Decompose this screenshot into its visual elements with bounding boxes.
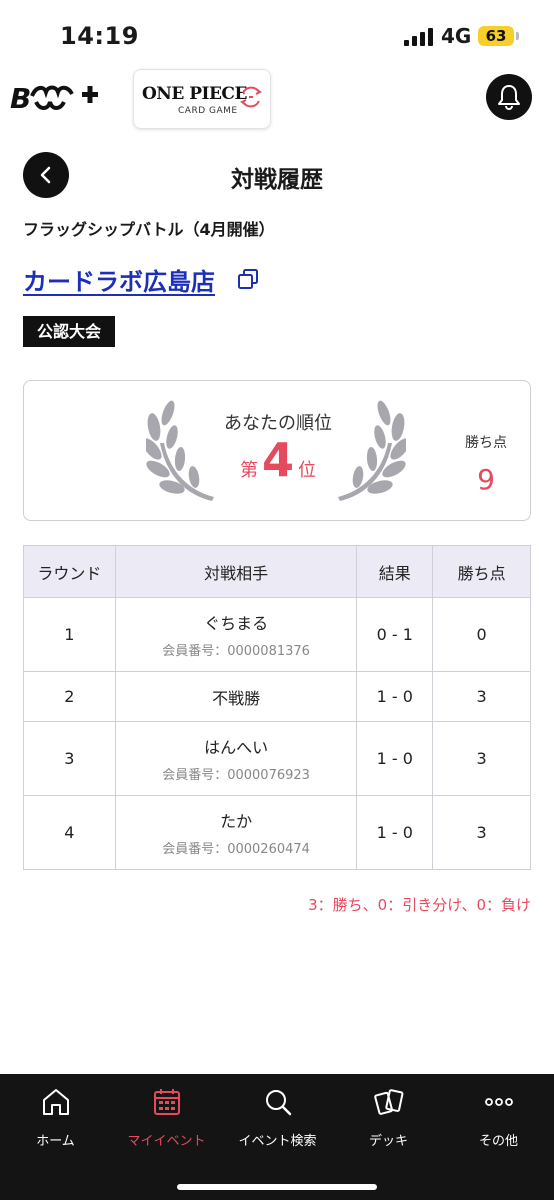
result-cell: 1 - 0 <box>356 795 434 870</box>
tab-home-label: ホーム <box>36 1134 75 1149</box>
table-row: 2 不戦勝 1 - 0 3 <box>23 671 531 722</box>
tab-more[interactable]: その他 <box>443 1086 554 1166</box>
points-legend: 3：勝ち、0：引き分け、0：負け <box>308 896 531 914</box>
battery-tip <box>516 32 519 40</box>
opponent-cell: はんへい 会員番号：0000076923 <box>114 721 358 796</box>
points-cell: 3 <box>432 795 531 870</box>
opponent-name: たか <box>220 812 253 831</box>
brand-logo[interactable]: B <box>10 82 110 115</box>
member-number: 会員番号：0000076923 <box>162 768 310 783</box>
tab-deck-label: デッキ <box>368 1134 408 1149</box>
member-number: 会員番号：0000081376 <box>162 644 310 659</box>
game-logo[interactable]: ONE PIECE CARD GAME <box>133 69 271 129</box>
tab-deck[interactable]: デッキ <box>333 1086 444 1166</box>
header-round: ラウンド <box>23 545 116 598</box>
points-cell: 0 <box>432 597 531 672</box>
tab-more-label: その他 <box>478 1134 518 1149</box>
table-row: 4 たか 会員番号：0000260474 1 - 0 3 <box>23 795 531 870</box>
header-points: 勝ち点 <box>432 545 531 598</box>
round-cell: 4 <box>23 795 116 870</box>
result-cell: 0 - 1 <box>356 597 434 672</box>
svg-text:B: B <box>10 82 30 114</box>
external-link-icon[interactable] <box>237 268 259 290</box>
header-result: 結果 <box>356 545 434 598</box>
home-indicator <box>177 1184 377 1190</box>
total-points-label: 勝ち点 <box>465 435 507 451</box>
cards-icon <box>373 1089 403 1115</box>
status-time: 14:19 <box>60 22 139 50</box>
points-cell: 3 <box>432 721 531 796</box>
switch-game-icon <box>240 86 262 108</box>
table-header-row: ラウンド 対戦相手 結果 勝ち点 <box>23 545 531 598</box>
opponent-name: はんへい <box>204 738 269 757</box>
round-cell: 1 <box>23 597 116 672</box>
opponent-name: 不戦勝 <box>212 688 261 708</box>
table-row: 1 ぐちまる 会員番号：0000081376 0 - 1 0 <box>23 597 531 672</box>
round-cell: 2 <box>23 671 116 722</box>
opponent-cell: ぐちまる 会員番号：0000081376 <box>114 597 358 672</box>
game-logo-title: ONE PIECE <box>142 84 247 104</box>
battery-icon: 63 <box>478 26 514 46</box>
table-row: 3 はんへい 会員番号：0000076923 1 - 0 3 <box>23 721 531 796</box>
results-table: ラウンド 対戦相手 結果 勝ち点 1 ぐちまる 会員番号：0000081376 … <box>23 545 531 870</box>
bottom-tab-bar: ホーム マイイベント イベント検索 デッキ その他 <box>0 1074 554 1200</box>
event-name: フラッグシップバトル（4月開催） <box>23 220 275 239</box>
more-icon <box>484 1098 513 1106</box>
opponent-name: ぐちまる <box>204 614 269 633</box>
store-link[interactable]: カードラボ広島店 <box>23 262 215 297</box>
total-points-value: 9 <box>477 463 495 496</box>
points-cell: 3 <box>432 671 531 722</box>
rank-value: 第4 位 <box>190 433 366 487</box>
rank-number: 4 <box>261 433 294 487</box>
calendar-icon <box>153 1089 180 1115</box>
app-header: B ONE PIECE CARD GAME <box>0 62 554 137</box>
header-opponent: 対戦相手 <box>114 545 358 598</box>
rank-suffix: 位 <box>298 460 316 481</box>
opponent-cell: たか 会員番号：0000260474 <box>114 795 358 870</box>
round-cell: 3 <box>23 721 116 796</box>
page-title: 対戦履歴 <box>231 167 323 193</box>
tab-my-events-label: マイイベント <box>127 1134 206 1149</box>
network-type: 4G <box>441 24 472 48</box>
rank-label: あなたの順位 <box>224 413 332 434</box>
tab-event-search-label: イベント検索 <box>238 1134 317 1149</box>
opponent-cell: 不戦勝 <box>114 671 358 722</box>
notification-button[interactable] <box>486 74 532 120</box>
tab-my-events[interactable]: マイイベント <box>111 1086 222 1166</box>
bell-icon <box>498 85 520 110</box>
signal-icon <box>404 28 434 46</box>
status-bar: 14:19 4G 63 <box>0 0 554 62</box>
game-logo-subtitle: CARD GAME <box>178 106 238 116</box>
result-cell: 1 - 0 <box>356 671 434 722</box>
tab-home[interactable]: ホーム <box>0 1086 111 1166</box>
result-cell: 1 - 0 <box>356 721 434 796</box>
home-icon <box>42 1089 69 1115</box>
category-badge: 公認大会 <box>23 316 116 347</box>
rank-prefix: 第 <box>239 460 258 481</box>
search-icon <box>265 1090 291 1116</box>
member-number: 会員番号：0000260474 <box>162 842 310 857</box>
rank-card: あなたの順位 第4 位 勝ち点 9 <box>23 380 531 521</box>
bandai-logo-icon: B <box>10 82 98 115</box>
tab-event-search[interactable]: イベント検索 <box>222 1086 333 1166</box>
